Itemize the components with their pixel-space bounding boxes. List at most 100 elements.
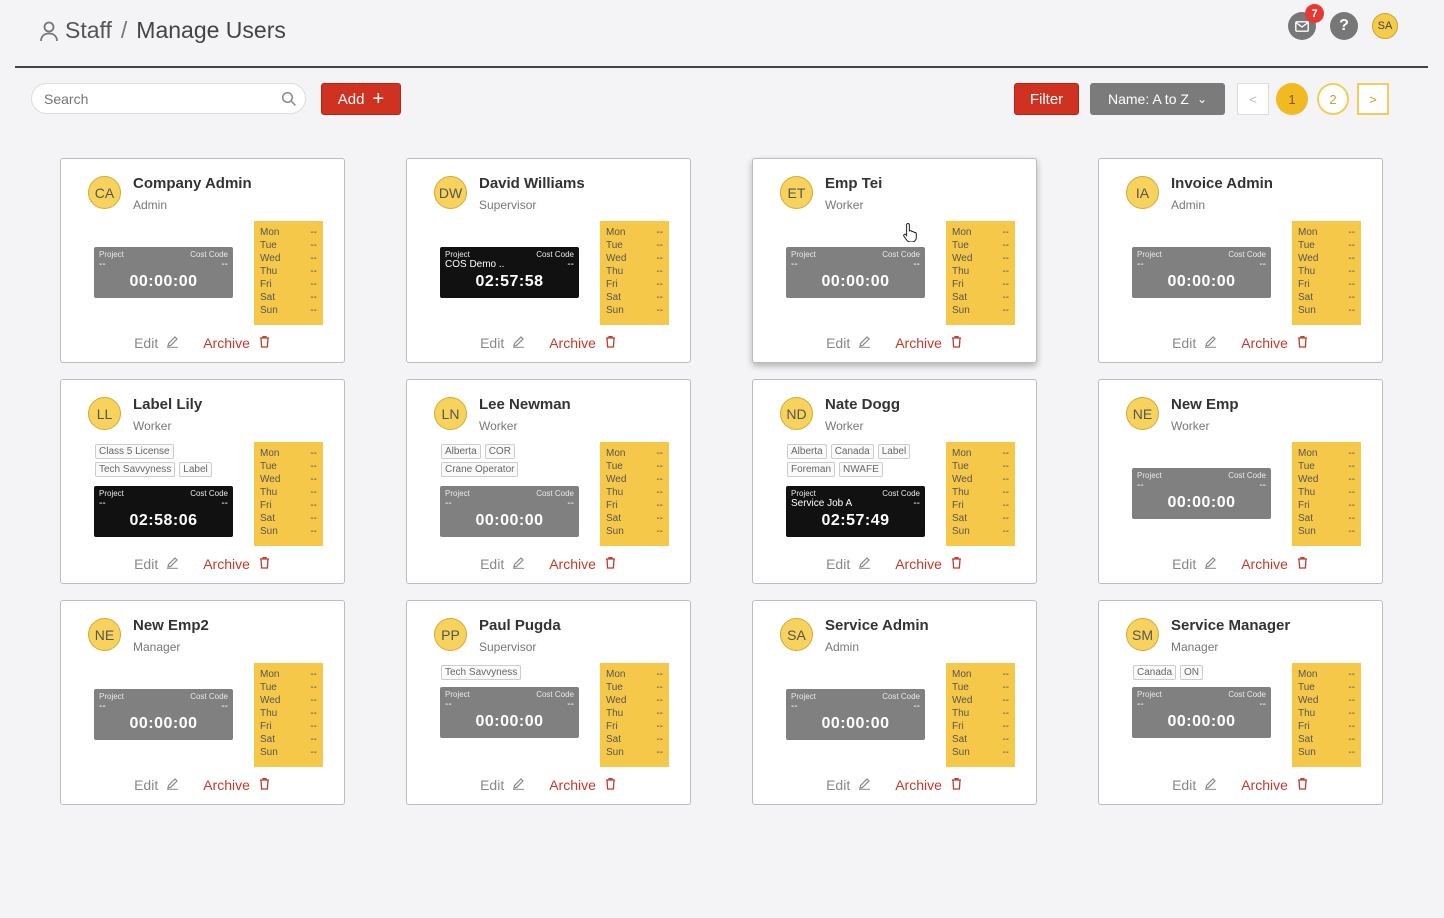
user-card[interactable]: NE New Emp Worker Project Cost Code -- -…	[1098, 379, 1383, 584]
elapsed-time: 02:58:06	[129, 512, 198, 529]
weekly-schedule: Mon -- Tue -- Wed -- Thu -- Fri -- Sat -- Sun --	[946, 221, 1015, 325]
day-label: Sat	[952, 734, 968, 745]
mail-icon[interactable]: 7	[1288, 4, 1324, 40]
user-card[interactable]: ND Nate Dogg Worker Alberta Canada Label Fo…	[752, 379, 1037, 584]
edit-button[interactable]: Edit	[134, 556, 179, 572]
time-tracker: Project Cost Code -- -- 00:00:00	[94, 247, 233, 298]
sort-dropdown[interactable]: Name: A to Z ⌄	[1090, 83, 1225, 115]
edit-button[interactable]: Edit	[480, 777, 525, 793]
archive-label: Archive	[203, 777, 250, 793]
user-card[interactable]: CA Company Admin Admin Project Cost Code…	[60, 158, 345, 363]
user-card[interactable]: PP Paul Pugda Supervisor Tech Savvyness …	[406, 600, 691, 805]
day-label: Mon	[952, 448, 972, 459]
archive-button[interactable]: Archive	[203, 335, 271, 351]
archive-button[interactable]: Archive	[549, 556, 617, 572]
schedule-row: Fri --	[260, 720, 317, 733]
edit-button[interactable]: Edit	[826, 335, 871, 351]
day-label: Fri	[952, 279, 964, 290]
search-input[interactable]	[31, 83, 306, 114]
day-hours: --	[1002, 474, 1009, 485]
project-value: --	[791, 701, 798, 712]
schedule-row: Sun --	[260, 746, 317, 759]
day-label: Tue	[952, 240, 969, 251]
archive-button[interactable]: Archive	[895, 556, 963, 572]
user-card[interactable]: SM Service Manager Manager Canada ON Proj…	[1098, 600, 1383, 805]
edit-button[interactable]: Edit	[480, 335, 525, 351]
schedule-row: Wed --	[952, 252, 1009, 265]
day-label: Tue	[1298, 240, 1315, 251]
pagination-page-1[interactable]: 1	[1276, 83, 1308, 115]
user-card[interactable]: NE New Emp2 Manager Project Cost Code --…	[60, 600, 345, 805]
user-role: Worker	[825, 198, 864, 212]
edit-button[interactable]: Edit	[826, 556, 871, 572]
archive-button[interactable]: Archive	[203, 556, 271, 572]
archive-button[interactable]: Archive	[895, 777, 963, 793]
edit-button[interactable]: Edit	[1172, 777, 1217, 793]
day-label: Thu	[952, 708, 970, 719]
add-button[interactable]: Add +	[321, 83, 401, 115]
card-actions: Edit Archive	[61, 556, 344, 572]
edit-button[interactable]: Edit	[826, 777, 871, 793]
edit-button[interactable]: Edit	[134, 777, 179, 793]
page-header: Staff / Manage Users 7 ? SA	[15, 0, 1428, 68]
cost-code-label: Cost Code	[1228, 690, 1266, 699]
edit-button[interactable]: Edit	[134, 335, 179, 351]
user-role: Manager	[133, 640, 181, 654]
schedule-row: Sun --	[606, 525, 663, 538]
archive-label: Archive	[895, 335, 942, 351]
user-card[interactable]: IA Invoice Admin Admin Project Cost Code…	[1098, 158, 1383, 363]
edit-button[interactable]: Edit	[1172, 556, 1217, 572]
cost-code-value: --	[221, 701, 228, 712]
archive-button[interactable]: Archive	[549, 335, 617, 351]
day-label: Thu	[952, 487, 970, 498]
archive-button[interactable]: Archive	[1241, 335, 1309, 351]
day-hours: --	[1348, 487, 1355, 498]
cost-code-label: Cost Code	[1228, 471, 1266, 480]
day-label: Sun	[952, 526, 970, 537]
schedule-row: Tue --	[606, 460, 663, 473]
user-card[interactable]: ET Emp Tei Worker Project Cost Code -- -…	[752, 158, 1037, 363]
archive-button[interactable]: Archive	[1241, 777, 1309, 793]
filter-button[interactable]: Filter	[1014, 83, 1079, 115]
pagination-next[interactable]: >	[1357, 83, 1389, 115]
help-icon[interactable]: ?	[1330, 12, 1358, 40]
user-avatar[interactable]: SA	[1372, 13, 1398, 39]
archive-button[interactable]: Archive	[203, 777, 271, 793]
schedule-row: Wed --	[1298, 473, 1355, 486]
project-label: Project	[445, 690, 470, 699]
notification-badge: 7	[1305, 4, 1324, 23]
day-label: Thu	[952, 266, 970, 277]
breadcrumb-parent[interactable]: Staff	[65, 17, 112, 44]
pagination-page-2[interactable]: 2	[1317, 83, 1349, 115]
day-hours: --	[1348, 305, 1355, 316]
edit-button[interactable]: Edit	[1172, 335, 1217, 351]
archive-button[interactable]: Archive	[1241, 556, 1309, 572]
day-label: Mon	[606, 448, 626, 459]
archive-button[interactable]: Archive	[895, 335, 963, 351]
user-name: Lee Newman	[479, 396, 571, 413]
user-card[interactable]: LL Label Lily Worker Class 5 License Tech…	[60, 379, 345, 584]
project-label: Project	[791, 489, 816, 498]
user-name: Invoice Admin	[1171, 175, 1273, 192]
user-tag: Alberta	[787, 444, 827, 459]
edit-button[interactable]: Edit	[480, 556, 525, 572]
time-tracker: Project Cost Code -- -- 00:00:00	[440, 687, 579, 738]
card-actions: Edit Archive	[407, 556, 690, 572]
user-card[interactable]: DW David Williams Supervisor Project Cos…	[406, 158, 691, 363]
pencil-icon	[858, 556, 871, 572]
cost-code-value: --	[913, 498, 920, 509]
user-tags: Canada ON	[1133, 665, 1283, 680]
user-card[interactable]: LN Lee Newman Worker Alberta COR Crane Ope…	[406, 379, 691, 584]
day-label: Sun	[1298, 526, 1316, 537]
archive-label: Archive	[1241, 556, 1288, 572]
user-card[interactable]: SA Service Admin Admin Project Cost Code…	[752, 600, 1037, 805]
pagination-prev[interactable]: <	[1237, 83, 1269, 115]
schedule-row: Fri --	[606, 278, 663, 291]
day-label: Fri	[260, 279, 272, 290]
archive-button[interactable]: Archive	[549, 777, 617, 793]
pencil-icon	[1204, 556, 1217, 572]
search-icon[interactable]	[281, 91, 297, 107]
day-label: Tue	[260, 682, 277, 693]
project-value: Service Job A	[791, 498, 853, 509]
day-hours: --	[1348, 474, 1355, 485]
